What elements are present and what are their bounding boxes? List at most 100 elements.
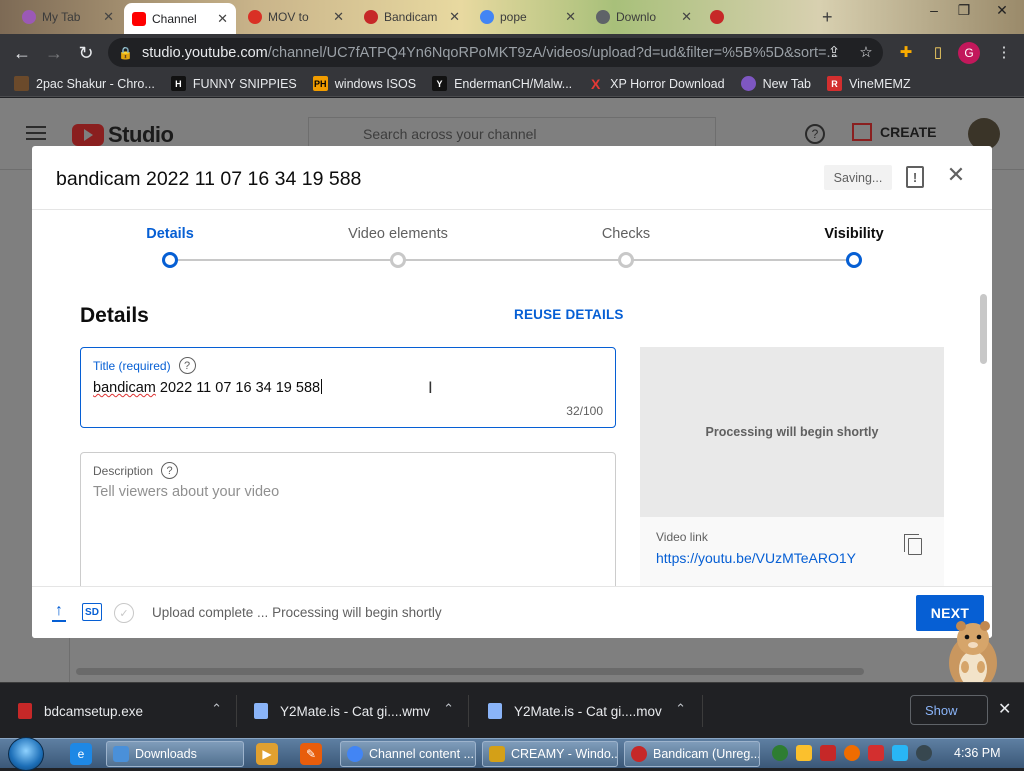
reload-icon[interactable]: ↻ [70,37,102,69]
bookmark-item[interactable]: New Tab [740,76,811,91]
tray-v-icon[interactable] [820,745,836,761]
tray-monitor-icon[interactable] [892,745,908,761]
browser-tab[interactable]: MOV to ✕ [240,4,352,30]
profile-avatar[interactable]: G [958,42,980,64]
side-panel-icon[interactable]: ▯ [926,40,950,64]
tray-record-icon[interactable] [916,745,932,761]
browser-tab-active[interactable]: Channel ✕ [124,3,236,34]
x-icon: X [591,75,601,92]
bookmark-item[interactable]: X XP Horror Download [588,75,725,92]
youtube-studio-logo[interactable]: Studio [72,122,174,148]
dialog-footer: ↑ SD ✓ Upload complete ... Processing wi… [32,586,992,638]
close-shelf-icon[interactable]: ✕ [998,699,1011,719]
browser-tab[interactable]: pope ✕ [472,4,584,30]
hamburger-menu-icon[interactable] [26,126,46,140]
back-arrow-icon[interactable]: ← [6,37,38,69]
dialog-scrollbar[interactable] [980,294,987,364]
description-field[interactable]: Description ? Tell viewers about your vi… [80,452,616,586]
bookmark-item[interactable]: PH windows ISOS [312,76,417,91]
tab-favicon-icon [596,10,610,24]
tray-search-icon[interactable] [844,745,860,761]
title-value: 2022 11 07 16 34 19 588 [155,380,321,396]
close-tab-icon[interactable]: ✕ [565,9,576,25]
step-video-elements-dot[interactable] [390,252,406,268]
saving-badge: Saving... [824,165,892,190]
internet-explorer-icon[interactable]: e [70,743,92,765]
taskbar-item[interactable]: Bandicam (Unreg... [624,741,760,767]
description-label-text: Description [93,463,154,478]
minimize-icon[interactable]: – [920,0,948,20]
video-link-panel: Video link https://youtu.be/VUzMTeARO1Y [640,517,944,586]
extensions-puzzle-icon[interactable]: ✚ [894,40,918,64]
taskbar-clock[interactable]: 4:36 PM [954,746,1001,760]
download-item[interactable]: Y2Mate.is - Cat gi....mov ⌃ [488,683,686,739]
copy-icon[interactable] [904,534,922,555]
download-item[interactable]: Y2Mate.is - Cat gi....wmv ⌃ [254,683,454,739]
bookmark-label: XP Horror Download [610,76,725,91]
close-tab-icon[interactable]: ✕ [217,11,228,27]
bookmark-star-icon[interactable]: ☆ [854,40,878,64]
step-checks-dot[interactable] [618,252,634,268]
title-field[interactable]: Title (required) ? bandicam 2022 11 07 1… [80,347,616,428]
bookmark-label: New Tab [762,76,811,91]
close-tab-icon[interactable]: ✕ [333,9,344,25]
bookmark-label: windows ISOS [334,76,417,91]
step-details-label[interactable]: Details [146,226,194,242]
upload-icon[interactable]: ↑ [52,603,66,622]
bookmark-item[interactable]: Y EndermanCH/Malw... [432,76,572,91]
title-input[interactable]: bandicam 2022 11 07 16 34 19 588 [93,379,323,396]
taskbar-item-active[interactable]: Channel content ... [340,741,476,767]
browser-tab[interactable] [702,4,802,30]
tray-green-icon[interactable] [772,745,788,761]
chevron-up-icon[interactable]: ⌃ [443,701,454,717]
reuse-details-button[interactable]: REUSE DETAILS [514,307,624,322]
paint-icon[interactable]: ✎ [300,743,322,765]
help-question-icon[interactable]: ? [161,462,179,479]
browser-menu-icon[interactable]: ⋮ [992,40,1016,64]
browser-tab[interactable]: Bandicam ✕ [356,4,468,30]
step-visibility-label[interactable]: Visibility [824,226,883,242]
new-tab-button[interactable]: + [814,4,840,30]
bookmark-item[interactable]: H FUNNY SNIPPIES [170,76,297,91]
address-bar[interactable]: 🔒 studio.youtube.com/channel/UC7fATPQ4Yn… [108,38,883,67]
browser-tab[interactable]: Downlo ✕ [588,4,700,30]
description-field-label: Description ? [93,462,179,479]
close-tab-icon[interactable]: ✕ [103,9,114,25]
bookmark-item[interactable]: 2pac Shakur - Chro... [14,76,155,91]
checks-status-icon[interactable]: ✓ [114,603,134,623]
feedback-icon[interactable]: ! [906,166,924,188]
video-link[interactable]: https://youtu.be/VUzMTeARO1Y [656,550,856,566]
horizontal-scrollbar[interactable] [76,668,864,675]
taskbar-item[interactable]: CREAMY - Windo... [482,741,618,767]
restore-icon[interactable]: ❐ [950,0,978,20]
2pac-icon [14,76,29,91]
forward-arrow-icon[interactable]: → [38,37,70,69]
download-item[interactable]: bdcamsetup.exe ⌃ [18,683,222,739]
bookmark-item[interactable]: R VineMEMZ [827,76,911,91]
start-orb-icon[interactable] [8,737,44,771]
step-visibility-dot[interactable] [846,252,862,268]
step-video-elements-label[interactable]: Video elements [348,226,448,242]
tray-yellow-icon[interactable] [796,745,812,761]
close-icon[interactable]: ✕ [945,162,967,187]
help-icon[interactable]: ? [805,124,825,144]
create-button[interactable]: CREATE [852,123,937,141]
close-tab-icon[interactable]: ✕ [681,9,692,25]
media-player-icon[interactable]: ▶ [256,743,278,765]
downloads-shelf: bdcamsetup.exe ⌃ Y2Mate.is - Cat gi....w… [0,682,1024,738]
sd-quality-icon[interactable]: SD [82,603,102,621]
step-details-dot[interactable] [162,252,178,268]
help-question-icon[interactable]: ? [178,357,196,374]
tray-flag-icon[interactable] [868,745,884,761]
window-close-icon[interactable]: ✕ [988,0,1016,20]
browser-tab[interactable]: My Tab ✕ [14,4,122,30]
close-tab-icon[interactable]: ✕ [449,9,460,25]
step-checks-label[interactable]: Checks [602,226,650,242]
chevron-up-icon[interactable]: ⌃ [211,701,222,717]
show-all-button[interactable]: Show [910,695,988,725]
chevron-up-icon[interactable]: ⌃ [675,701,686,717]
chrome-icon [347,746,363,762]
share-icon[interactable]: ⇪ [822,40,846,64]
taskbar-item[interactable]: Downloads [106,741,244,767]
video-preview: Processing will begin shortly [640,347,944,517]
